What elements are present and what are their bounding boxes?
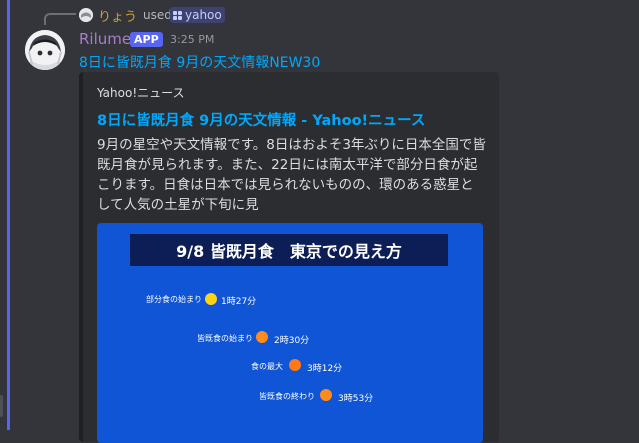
moon-phase-dot <box>289 359 301 371</box>
moon-phase-dot <box>256 331 268 343</box>
phase-time: 1時27分 <box>221 297 257 307</box>
moon-phase-dot <box>205 293 217 305</box>
message-timestamp[interactable]: 3:25 PM <box>170 33 214 46</box>
embed-image[interactable]: 9/8 皆既月食 東京での見え方 部分食の始まり 1時27分 皆既食の始まり 2… <box>97 223 483 443</box>
command-chip[interactable]: yahoo <box>170 7 225 23</box>
message-link[interactable]: 8日に皆既月食 9月の天文情報NEW30 <box>79 52 320 72</box>
phase-time: 2時30分 <box>274 336 310 346</box>
phase-label: 食の最大 <box>251 362 283 371</box>
phase-label: 部分食の始まり <box>146 295 202 304</box>
reply-username[interactable]: りょう <box>98 6 137 25</box>
reply-connector <box>44 13 76 25</box>
command-name: yahoo <box>185 8 222 22</box>
author-username[interactable]: Rilume <box>79 30 131 48</box>
scroll-stub <box>0 395 3 417</box>
mention-highlight-bar <box>7 0 10 430</box>
reply-avatar[interactable] <box>79 8 93 22</box>
command-icon <box>173 10 182 20</box>
link-embed: Yahoo!ニュース 8日に皆既月食 9月の天文情報 - Yahoo!ニュース … <box>79 72 499 443</box>
image-title: 9/8 皆既月食 東京での見え方 <box>130 234 448 266</box>
phase-label: 皆既食の終わり <box>259 392 315 401</box>
moon-phase-dot <box>320 389 332 401</box>
app-badge: APP <box>130 32 163 47</box>
phase-time: 3時12分 <box>307 364 343 374</box>
phase-time: 3時53分 <box>338 394 374 404</box>
embed-provider[interactable]: Yahoo!ニュース <box>97 84 185 101</box>
phase-label: 皆既食の始まり <box>197 334 253 343</box>
embed-title[interactable]: 8日に皆既月食 9月の天文情報 - Yahoo!ニュース <box>97 109 425 130</box>
reply-used-label: used <box>143 8 172 22</box>
avatar[interactable] <box>25 30 65 70</box>
embed-description: 9月の星空や天文情報です。8日はおよそ3年ぶりに日本全国で皆既月食が見られます。… <box>97 137 486 213</box>
